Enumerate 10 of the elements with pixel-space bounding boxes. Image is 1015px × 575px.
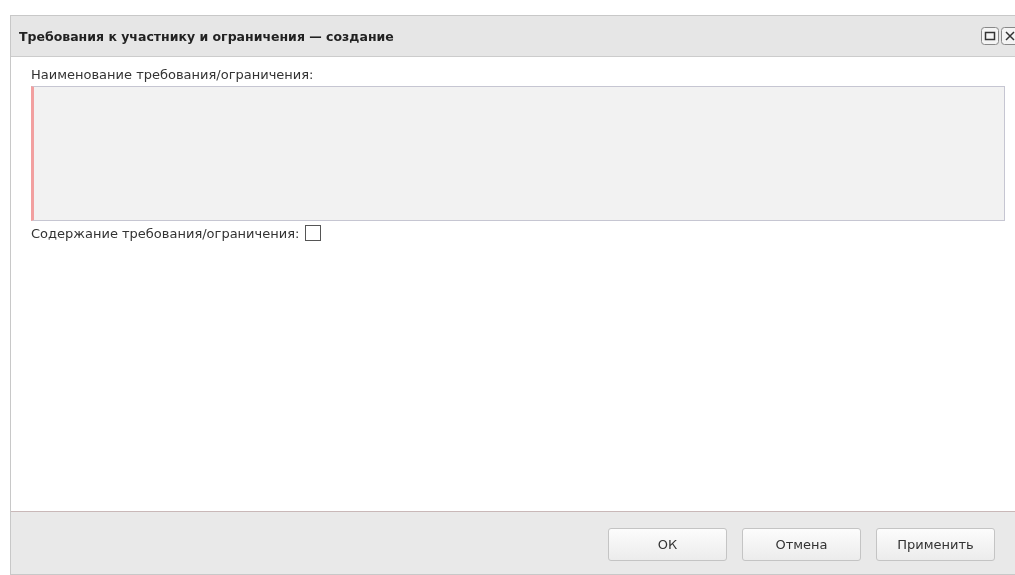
checkbox-label: Содержание требования/ограничения: <box>31 225 300 241</box>
close-icon[interactable] <box>1001 27 1015 45</box>
input-field[interactable] <box>31 86 1005 221</box>
dialog-button[interactable]: ОК <box>608 528 727 561</box>
maximize-icon[interactable] <box>981 27 999 45</box>
field-label: Наименование требования/ограничения: <box>31 67 314 82</box>
dialog-button[interactable]: Отмена <box>742 528 861 561</box>
window-title: Требования к участнику и ограничения — создание <box>19 28 395 44</box>
checkbox[interactable] <box>305 225 322 241</box>
dialog-button[interactable]: Применить <box>876 528 995 561</box>
